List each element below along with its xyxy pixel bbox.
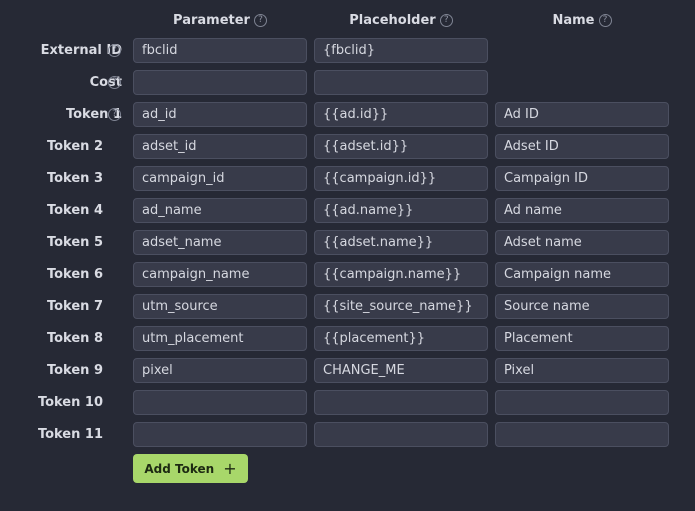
name-input[interactable] [495,102,669,127]
placeholder-input[interactable] [314,262,488,287]
help-icon[interactable]: ? [598,13,612,27]
parameter-input[interactable] [133,134,307,159]
row-label: Token 4 [46,203,103,218]
row-label: Token 11 [37,427,103,442]
help-icon[interactable]: ? [108,76,121,89]
name-input[interactable] [495,262,669,287]
parameter-input[interactable] [133,102,307,127]
name-input[interactable] [495,134,669,159]
name-input[interactable] [495,294,669,319]
parameter-input[interactable] [133,422,307,447]
parameter-input[interactable] [133,38,307,63]
header-parameter: Parameter ? [133,11,307,29]
token-row-1: Token 1 ? [0,102,695,127]
placeholder-input[interactable] [314,102,488,127]
placeholder-input[interactable] [314,326,488,351]
add-token-label: Add Token [144,461,215,476]
placeholder-input[interactable] [314,294,488,319]
parameter-input[interactable] [133,390,307,415]
parameter-input[interactable] [133,70,307,95]
parameter-input[interactable] [133,358,307,383]
parameter-input[interactable] [133,326,307,351]
placeholder-input[interactable] [314,134,488,159]
header-name: Name ? [495,11,669,29]
row-label: Token 9 [46,363,103,378]
placeholder-input[interactable] [314,38,488,63]
placeholder-input[interactable] [314,198,488,223]
help-icon[interactable]: ? [108,108,121,121]
token-row-2: Token 2 [0,134,695,159]
token-row-cost: Cost ? [0,70,695,95]
token-row-5: Token 5 [0,230,695,255]
token-row-10: Token 10 [0,390,695,415]
token-row-4: Token 4 [0,198,695,223]
header-placeholder: Placeholder ? [314,11,488,29]
parameter-input[interactable] [133,166,307,191]
help-icon[interactable]: ? [253,13,267,27]
token-row-11: Token 11 [0,422,695,447]
placeholder-input[interactable] [314,166,488,191]
row-label: Token 5 [46,235,103,250]
help-icon[interactable]: ? [108,44,121,57]
parameter-input[interactable] [133,198,307,223]
name-input[interactable] [495,230,669,255]
placeholder-input[interactable] [314,422,488,447]
name-input[interactable] [495,198,669,223]
token-row-3: Token 3 [0,166,695,191]
parameter-input[interactable] [133,262,307,287]
row-label: Token 6 [46,267,103,282]
name-input[interactable] [495,390,669,415]
row-label: Token 3 [46,171,103,186]
header-parameter-label: Parameter [173,12,250,28]
header-placeholder-label: Placeholder [349,12,436,28]
row-label: Token 10 [37,395,103,410]
row-label: Token 8 [46,331,103,346]
parameter-input[interactable] [133,230,307,255]
row-label: Token 2 [46,139,103,154]
name-input[interactable] [495,358,669,383]
header-name-label: Name [552,12,595,28]
parameter-input[interactable] [133,294,307,319]
token-row-external-id: External ID ? [0,38,695,63]
name-input[interactable] [495,422,669,447]
row-label: Token 7 [46,299,103,314]
token-row-6: Token 6 [0,262,695,287]
name-input[interactable] [495,166,669,191]
token-row-8: Token 8 [0,326,695,351]
name-input[interactable] [495,326,669,351]
placeholder-input[interactable] [314,70,488,95]
token-row-9: Token 9 [0,358,695,383]
placeholder-input[interactable] [314,390,488,415]
add-token-button[interactable]: Add Token + [133,454,248,483]
token-row-7: Token 7 [0,294,695,319]
help-icon[interactable]: ? [439,13,453,27]
placeholder-input[interactable] [314,230,488,255]
plus-icon: + [223,458,237,478]
placeholder-input[interactable] [314,358,488,383]
